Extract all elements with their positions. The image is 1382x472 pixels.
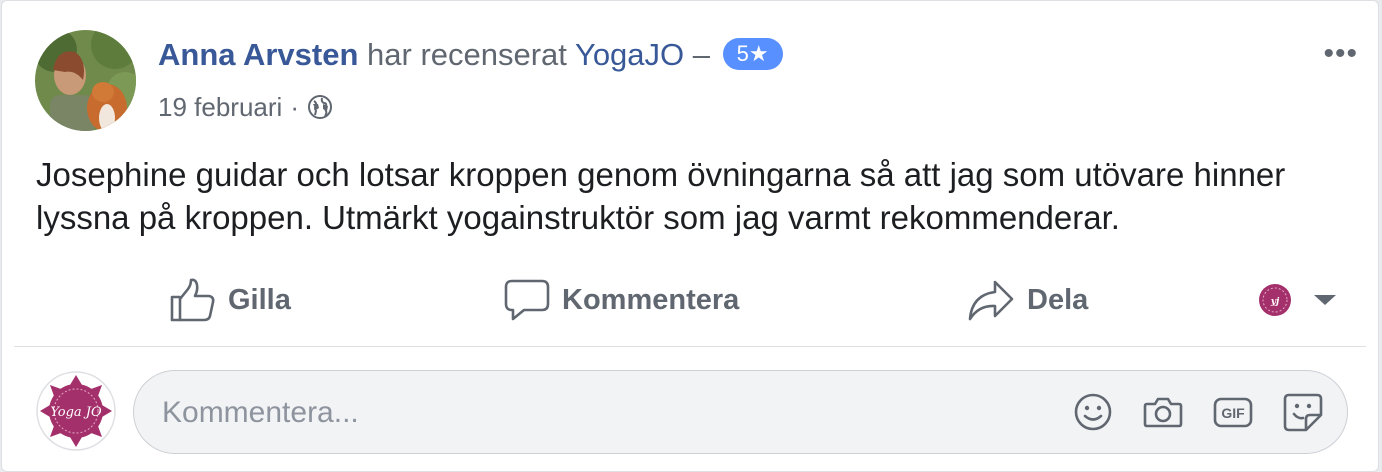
thumbs-up-icon xyxy=(170,278,215,322)
share-button[interactable]: Dela xyxy=(967,265,1088,335)
review-post-card: Anna Arvsten har recenserat YogaJO – 5★ … xyxy=(1,0,1379,472)
page-name-link[interactable]: YogaJO xyxy=(575,37,684,72)
comment-input[interactable] xyxy=(160,371,1044,455)
share-label: Dela xyxy=(1027,283,1089,316)
share-arrow-icon xyxy=(968,280,1014,321)
emoji-icon[interactable] xyxy=(1072,391,1114,433)
action-bar: Gilla Kommentera Dela yj xyxy=(2,265,1380,335)
more-options-button[interactable]: ••• xyxy=(1323,37,1358,71)
page-logo-icon: yj xyxy=(1259,284,1291,316)
sticker-icon[interactable] xyxy=(1282,391,1324,433)
comment-bubble-icon xyxy=(504,279,550,321)
comment-label: Kommentera xyxy=(562,283,740,316)
divider xyxy=(14,346,1366,347)
logo-text: Yoga JO xyxy=(50,405,102,420)
author-name[interactable]: Anna Arvsten xyxy=(158,37,358,72)
gif-text: GIF xyxy=(1221,405,1245,421)
gif-icon[interactable]: GIF xyxy=(1212,391,1254,433)
dash: – xyxy=(692,37,711,72)
review-text: Josephine guidar och lotsar kroppen geno… xyxy=(36,156,1286,236)
globe-icon[interactable] xyxy=(307,94,333,120)
camera-icon[interactable] xyxy=(1142,391,1184,433)
author-avatar[interactable] xyxy=(35,30,136,131)
like-button[interactable]: Gilla xyxy=(168,265,291,335)
post-meta: 19 februari · xyxy=(158,90,333,124)
rating-badge: 5★ xyxy=(722,38,783,70)
post-header: Anna Arvsten har recenserat YogaJO – 5★ xyxy=(158,35,783,75)
chevron-down-icon xyxy=(1314,295,1336,305)
svg-text:yj: yj xyxy=(1270,297,1280,307)
post-as-selector[interactable]: yj xyxy=(1258,265,1350,335)
action-text: har recenserat xyxy=(367,37,567,72)
commenter-avatar[interactable]: Yoga JO xyxy=(36,371,116,451)
meta-separator: · xyxy=(290,92,299,122)
comment-box: GIF xyxy=(133,370,1348,455)
like-label: Gilla xyxy=(228,283,291,316)
comment-button[interactable]: Kommentera xyxy=(504,265,739,335)
post-date[interactable]: 19 februari xyxy=(158,90,282,124)
